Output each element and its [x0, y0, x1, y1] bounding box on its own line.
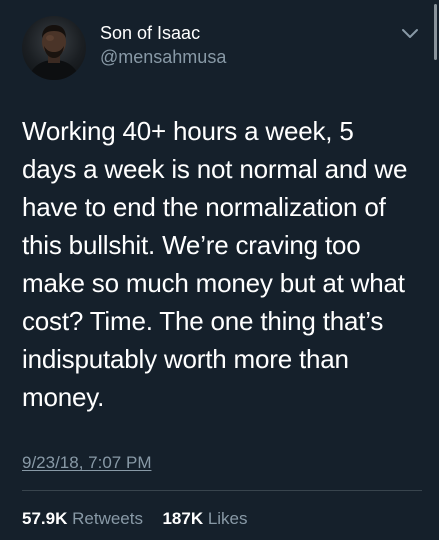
- avatar-photo: [28, 25, 80, 80]
- tweet-card: Son of Isaac @mensahmusa Working 40+ hou…: [0, 0, 439, 540]
- tweet-stats: 57.9K Retweets 187K Likes: [22, 509, 248, 529]
- tweet-text: Working 40+ hours a week, 5 days a week …: [22, 116, 408, 412]
- likes-stat[interactable]: 187K Likes: [158, 509, 248, 528]
- retweets-label: Retweets: [72, 509, 143, 528]
- retweets-stat[interactable]: 57.9K Retweets: [22, 509, 148, 528]
- chevron-down-icon[interactable]: [401, 28, 419, 40]
- author-info[interactable]: Son of Isaac @mensahmusa: [100, 22, 226, 68]
- retweets-count: 57.9K: [22, 509, 68, 528]
- scroll-indicator[interactable]: [434, 4, 437, 60]
- avatar[interactable]: [22, 16, 86, 80]
- divider: [22, 490, 422, 491]
- author-display-name[interactable]: Son of Isaac: [100, 22, 226, 44]
- author-handle[interactable]: @mensahmusa: [100, 46, 226, 68]
- tweet-timestamp[interactable]: 9/23/18, 7:07 PM: [22, 453, 151, 473]
- likes-count: 187K: [162, 509, 204, 528]
- likes-label: Likes: [207, 509, 248, 528]
